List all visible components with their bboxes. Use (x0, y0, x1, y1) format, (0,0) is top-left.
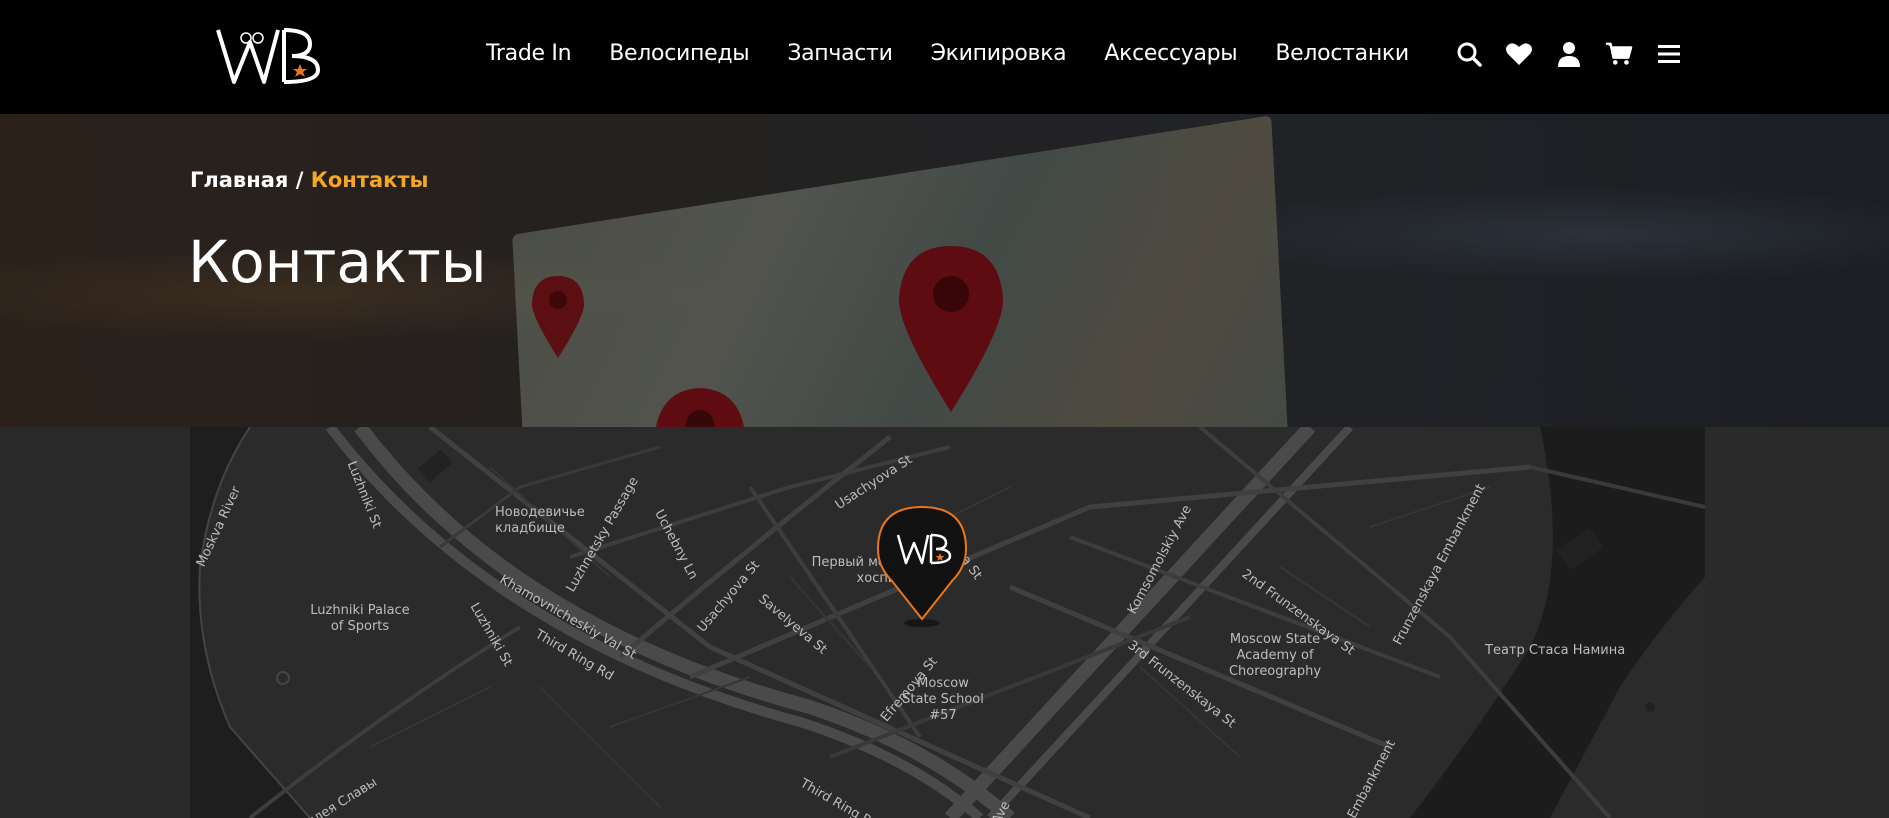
store-location-marker[interactable] (876, 505, 968, 627)
nav-bicycles[interactable]: Велосипеды (609, 41, 749, 66)
breadcrumb-current: Контакты (310, 168, 429, 192)
menu-icon[interactable] (1655, 40, 1683, 68)
map-label: Театр Стаса Намина (1485, 643, 1626, 658)
user-icon[interactable] (1555, 40, 1583, 68)
site-logo[interactable] (214, 24, 328, 88)
search-icon[interactable] (1455, 40, 1483, 68)
map-label: Luzhniki Palace of Sports (310, 603, 410, 634)
nav-accessories[interactable]: Аксессуары (1104, 41, 1237, 66)
site-header: Trade In Велосипеды Запчасти Экипировка … (0, 0, 1889, 114)
heart-icon[interactable] (1505, 40, 1533, 68)
breadcrumb-home[interactable]: Главная (190, 168, 288, 192)
main-nav: Trade In Велосипеды Запчасти Экипировка … (486, 0, 1447, 106)
nav-parts[interactable]: Запчасти (787, 41, 893, 66)
header-icons (1455, 40, 1683, 68)
contacts-map[interactable]: Moskva River Luzhniki St Новодевичье кла… (190, 427, 1705, 818)
nav-bike-trainers[interactable]: Велостанки (1275, 41, 1409, 66)
nav-equipment[interactable]: Экипировка (931, 41, 1067, 66)
map-label: Moscow State Academy of Choreography (1228, 632, 1322, 679)
map-label: Moscow State School #57 (902, 676, 984, 723)
nav-trade-in[interactable]: Trade In (486, 41, 572, 66)
breadcrumb-separator: / (288, 168, 311, 192)
page-title: Контакты (188, 228, 487, 296)
map-label: Новодевичье кладбище (495, 505, 585, 536)
cart-icon[interactable] (1605, 40, 1633, 68)
breadcrumb: Главная / Контакты (190, 168, 429, 192)
